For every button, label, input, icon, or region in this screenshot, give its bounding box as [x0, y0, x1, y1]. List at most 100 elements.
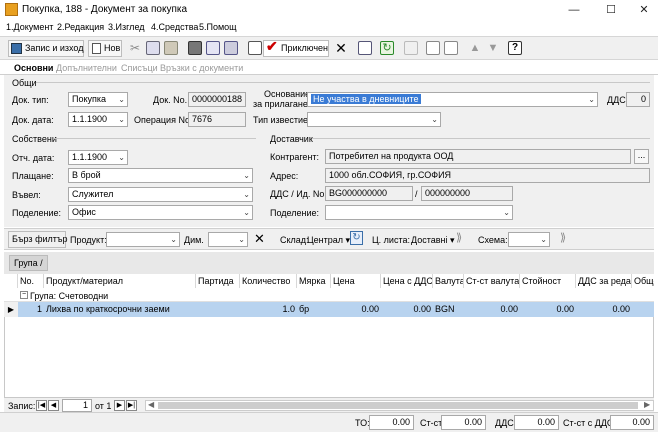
vat-id-label: ДДС / Ид. No. — [270, 189, 327, 199]
clear-filter-icon[interactable]: ✕ — [254, 231, 265, 247]
col-no[interactable]: No. — [18, 274, 44, 288]
scroll-left-icon[interactable]: ◀ — [148, 400, 154, 409]
scheme-label: Схема: — [478, 235, 508, 245]
minimize-button[interactable]: — — [560, 2, 588, 18]
col-product[interactable]: Продукт/материал — [44, 274, 196, 288]
col-value-currency[interactable]: Ст-ст валута — [464, 274, 520, 288]
menu-document[interactable]: 1.Документ — [6, 22, 53, 32]
payment-select[interactable]: В брой ⌄ — [68, 168, 253, 183]
vat-id-separator: / — [415, 189, 418, 199]
window-title: Покупка, 188 - Документ за покупка — [22, 4, 188, 15]
doc-type-select[interactable]: Покупка ⌄ — [68, 92, 128, 107]
tab-main[interactable]: Основни — [14, 63, 53, 73]
tab-lists[interactable]: Списъци — [121, 63, 158, 73]
tab-doc-links[interactable]: Връзки с документи — [160, 63, 243, 73]
record-number-field[interactable]: 1 — [62, 399, 92, 412]
last-record-button[interactable]: ▶| — [126, 400, 137, 411]
col-price-vat[interactable]: Цена с ДДС — [381, 274, 433, 288]
basis-value: Не участва в дневниците — [311, 94, 421, 104]
id-no-field[interactable]: 000000000 — [421, 186, 513, 201]
col-batch[interactable]: Партида — [196, 274, 240, 288]
col-price[interactable]: Цена — [331, 274, 381, 288]
collapse-icon[interactable]: − — [20, 291, 28, 299]
contractor-field[interactable]: Потребител на продукта ООД — [325, 149, 631, 164]
tab-additional[interactable]: Допълнителни — [56, 63, 117, 73]
run-icon[interactable]: ⟫ — [456, 231, 462, 244]
close-icon[interactable]: ✕ — [334, 41, 348, 55]
entered-select[interactable]: Служител ⌄ — [68, 187, 253, 202]
doc-no-field[interactable]: 0000000188 — [188, 92, 246, 107]
scrollbar-thumb[interactable] — [158, 402, 638, 409]
col-currency[interactable]: Валута — [433, 274, 464, 288]
own-division-select[interactable]: Офис ⌄ — [68, 205, 253, 220]
value-total-field: 0.00 — [441, 415, 486, 430]
down-icon[interactable]: ▼ — [486, 41, 500, 55]
entered-value: Служител — [72, 189, 114, 199]
menu-view[interactable]: 3.Изглед — [108, 22, 145, 32]
cut-icon[interactable]: ✂ — [128, 41, 142, 55]
dim-filter-select[interactable]: ⌄ — [208, 232, 248, 247]
col-vat[interactable]: ДДС за реда — [576, 274, 632, 288]
paste-icon[interactable] — [164, 41, 178, 55]
close-window-button[interactable]: ✕ — [630, 2, 658, 18]
address-field[interactable]: 1000 обл.СОФИЯ, гр.СОФИЯ — [325, 168, 650, 183]
value-vat-total-label: Ст-ст с ДДС: — [563, 418, 616, 428]
warehouse-select[interactable]: Централ ▾ — [307, 235, 350, 246]
run-scheme-icon[interactable]: ⟫ — [560, 231, 566, 244]
doc-no-label: Док. No. — [153, 95, 188, 105]
copy-icon[interactable] — [146, 41, 160, 55]
attach-icon[interactable] — [224, 41, 238, 55]
product-filter-select[interactable]: ⌄ — [106, 232, 180, 247]
section-divider — [54, 138, 256, 139]
page-icon[interactable] — [426, 41, 440, 55]
help-icon[interactable]: ? — [508, 41, 522, 55]
refresh-icon[interactable]: ↻ — [350, 231, 363, 245]
col-value[interactable]: Стойност — [520, 274, 576, 288]
to-field: 0.00 — [369, 415, 414, 430]
chevron-down-icon: ⌄ — [238, 235, 245, 244]
menu-help[interactable]: 5.Помощ — [199, 22, 237, 32]
edit-icon[interactable] — [248, 41, 262, 55]
new-button[interactable]: Нов — [88, 40, 122, 57]
supplier-division-select[interactable]: ⌄ — [325, 205, 513, 220]
notice-select[interactable]: ⌄ — [307, 112, 441, 127]
up-icon[interactable]: ▲ — [468, 41, 482, 55]
cell-total — [632, 302, 654, 317]
col-unit[interactable]: Мярка — [297, 274, 331, 288]
chevron-down-icon: ⌄ — [503, 208, 510, 217]
vat-field[interactable]: 0 — [626, 92, 650, 107]
col-qty[interactable]: Количество — [240, 274, 297, 288]
quick-filter-button[interactable]: Бърз филтър — [8, 231, 68, 248]
refresh-icon[interactable]: ↻ — [380, 41, 394, 55]
scroll-right-icon[interactable]: ▶ — [644, 400, 650, 409]
doc-type-value: Покупка — [72, 94, 107, 104]
preview-icon[interactable] — [206, 41, 220, 55]
cell-qty: 1.0 — [282, 304, 295, 314]
browse-contractor-button[interactable]: ... — [634, 149, 649, 164]
doc-date-field[interactable]: 1.1.1900 ⌄ — [68, 112, 128, 127]
save-exit-button[interactable]: Запис и изход — [8, 40, 84, 57]
scheme-select[interactable]: ⌄ — [508, 232, 550, 247]
print-icon[interactable] — [188, 41, 202, 55]
empty-icon[interactable] — [404, 41, 418, 55]
row-indicator-header — [4, 274, 18, 288]
posted-button[interactable]: ✔ Приключен — [263, 39, 329, 57]
page2-icon[interactable] — [444, 41, 458, 55]
acc-date-field[interactable]: 1.1.1900 ⌄ — [68, 150, 128, 165]
first-record-button[interactable]: |◀ — [36, 400, 47, 411]
next-record-button[interactable]: ▶ — [114, 400, 125, 411]
prev-record-button[interactable]: ◀ — [48, 400, 59, 411]
totals-bar — [0, 412, 658, 432]
payment-label: Плащане: — [12, 171, 54, 181]
product-filter-label: Продукт: — [70, 235, 107, 245]
op-no-field[interactable]: 7676 — [188, 112, 246, 127]
menu-tools[interactable]: 4.Средства — [151, 22, 198, 32]
menu-edit[interactable]: 2.Редакция — [57, 22, 104, 32]
calendar-icon[interactable] — [358, 41, 372, 55]
maximize-button[interactable]: ☐ — [597, 2, 625, 18]
vat-no-field[interactable]: BG000000000 — [325, 186, 413, 201]
basis-select[interactable]: Не участва в дневниците ⌄ — [307, 92, 598, 107]
group-chip[interactable]: Група / — [9, 255, 48, 271]
col-total[interactable]: Общо — [632, 274, 654, 288]
price-list-select[interactable]: Доставні ▾ — [411, 235, 455, 246]
